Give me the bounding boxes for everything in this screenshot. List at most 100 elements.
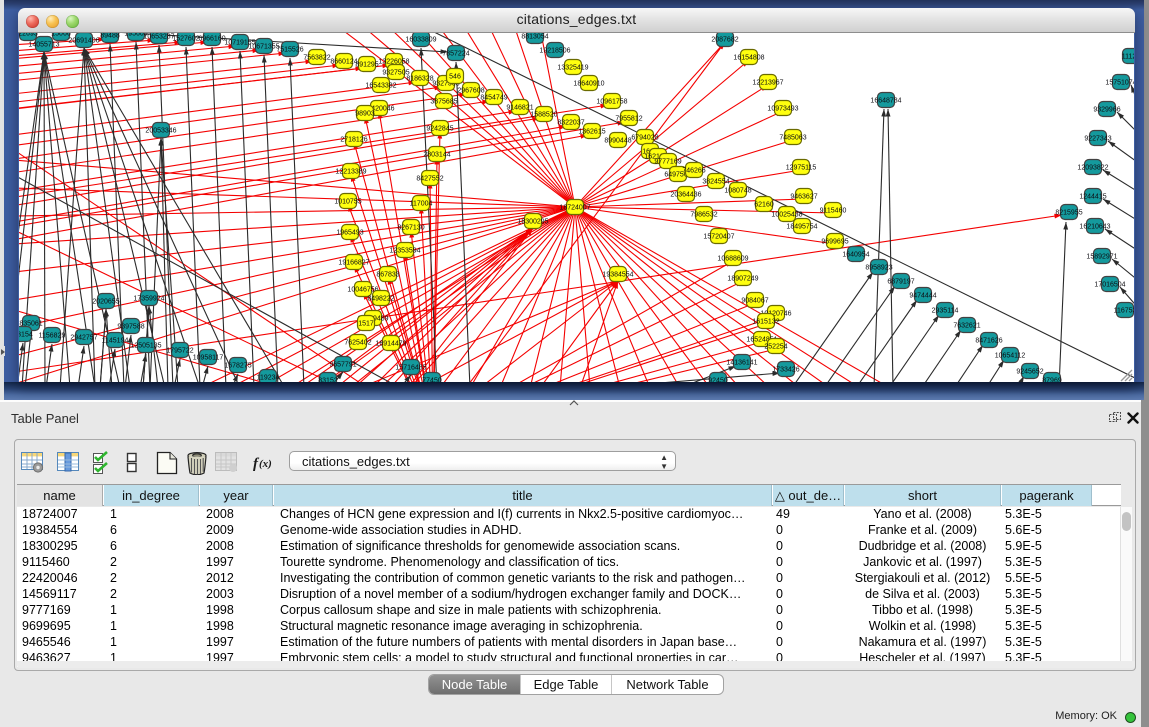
svg-text:18640910: 18640910	[573, 80, 604, 87]
svg-text:1640954: 1640954	[842, 251, 869, 258]
svg-text:7625402: 7625402	[344, 339, 371, 346]
svg-text:9115460: 9115460	[820, 207, 847, 214]
svg-text:1615132: 1615132	[752, 318, 779, 325]
svg-text:1678275: 1678275	[224, 362, 251, 369]
svg-text:1965493: 1965493	[336, 229, 363, 236]
svg-text:9084067: 9084067	[741, 297, 768, 304]
svg-text:12505135: 12505135	[130, 342, 161, 349]
svg-text:2718126: 2718126	[340, 136, 367, 143]
svg-text:15751074: 15751074	[1105, 79, 1134, 86]
svg-text:2942757: 2942757	[70, 334, 97, 341]
svg-text:8186328: 8186328	[406, 75, 433, 82]
svg-text:20053346: 20053346	[145, 127, 176, 134]
svg-text:20364436: 20364436	[670, 191, 701, 198]
svg-text:9146821: 9146821	[506, 104, 533, 111]
svg-text:7563822: 7563822	[303, 54, 330, 61]
svg-text:12093822: 12093822	[1077, 164, 1108, 171]
svg-text:7485063: 7485063	[779, 134, 806, 141]
svg-text:18724007: 18724007	[559, 204, 590, 211]
svg-text:6794028: 6794028	[631, 134, 658, 141]
svg-text:8215955: 8215955	[1055, 209, 1082, 216]
svg-text:2967608: 2967608	[457, 87, 484, 94]
svg-text:1010755: 1010755	[334, 198, 361, 205]
svg-text:6966160: 6966160	[198, 35, 225, 42]
svg-text:9397588: 9397588	[117, 323, 144, 330]
svg-text:77450: 77450	[422, 377, 442, 382]
svg-text:9777169: 9777169	[654, 158, 681, 165]
svg-text:1517: 1517	[358, 320, 374, 327]
svg-text:98903: 98903	[355, 110, 375, 117]
svg-text:1527602: 1527602	[172, 35, 199, 42]
svg-text:1080748: 1080748	[724, 187, 751, 194]
svg-text:33154: 33154	[19, 331, 33, 338]
svg-text:18907249: 18907249	[727, 275, 758, 282]
svg-text:9227343: 9227343	[1084, 135, 1111, 142]
svg-text:891295: 891295	[355, 61, 378, 68]
svg-text:19218506: 19218506	[539, 47, 570, 54]
svg-text:17359924: 17359924	[133, 295, 164, 302]
svg-text:3824554: 3824554	[702, 178, 729, 185]
svg-text:8471626: 8471626	[975, 337, 1002, 344]
svg-text:6879197: 6879197	[887, 278, 914, 285]
svg-text:117004: 117004	[410, 200, 433, 207]
svg-text:15720407: 15720407	[703, 233, 734, 240]
svg-text:16033809: 16033809	[405, 36, 436, 43]
svg-text:2803144: 2803144	[423, 151, 450, 158]
svg-text:8958923: 8958923	[865, 264, 892, 271]
svg-text:16914479: 16914479	[375, 340, 406, 347]
svg-text:9657791: 9657791	[329, 361, 356, 368]
svg-text:(x): (x)	[259, 458, 272, 470]
svg-text:3875685: 3875685	[430, 98, 457, 105]
svg-text:22693: 22693	[19, 33, 38, 37]
svg-text:89488: 89488	[100, 33, 120, 39]
svg-text:7857224: 7857224	[442, 50, 469, 57]
svg-text:116753: 116753	[1114, 307, 1134, 314]
svg-text:1145194: 1145194	[102, 337, 129, 344]
svg-text:19384554: 19384554	[602, 271, 633, 278]
svg-text:867833: 867833	[376, 271, 399, 278]
svg-text:11123: 11123	[1122, 53, 1134, 60]
svg-text:13325419: 13325419	[557, 64, 588, 71]
svg-text:2087682: 2087682	[711, 36, 738, 43]
svg-text:16543382: 16543382	[365, 82, 396, 89]
svg-text:10973493: 10973493	[767, 105, 798, 112]
svg-text:7515526: 7515526	[276, 46, 303, 53]
svg-text:119234: 119234	[257, 374, 280, 381]
svg-text:10653287: 10653287	[143, 33, 174, 40]
svg-text:16648784: 16648784	[870, 97, 901, 104]
svg-text:252254: 252254	[764, 343, 787, 350]
svg-text:9242845: 9242845	[426, 125, 453, 132]
svg-text:7955812: 7955812	[615, 115, 642, 122]
svg-text:8498222: 8498222	[367, 295, 394, 302]
svg-text:8990448: 8990448	[604, 137, 631, 144]
svg-text:1244415: 1244415	[1079, 193, 1106, 200]
svg-text:9463627: 9463627	[790, 193, 817, 200]
svg-text:19166827: 19166827	[338, 259, 369, 266]
svg-text:12213967: 12213967	[752, 79, 783, 86]
svg-text:14055713: 14055713	[28, 41, 59, 48]
svg-text:16154808: 16154808	[733, 54, 764, 61]
svg-text:746266: 746266	[682, 167, 705, 174]
svg-text:15716485: 15716485	[395, 364, 426, 371]
svg-text:10688609: 10688609	[717, 255, 748, 262]
svg-text:1795722: 1795722	[166, 347, 193, 354]
svg-text:7632621: 7632621	[953, 322, 980, 329]
svg-text:8322037: 8322037	[557, 119, 584, 126]
svg-text:2935114: 2935114	[932, 307, 959, 314]
svg-text:9699695: 9699695	[821, 238, 848, 245]
svg-text:14136141: 14136141	[726, 359, 757, 366]
svg-text:10654112: 10654112	[995, 352, 1026, 359]
svg-text:1362615: 1362615	[578, 128, 605, 135]
svg-text:1733426: 1733426	[772, 366, 799, 373]
svg-text:8813054: 8813054	[521, 33, 548, 40]
svg-text:12213389: 12213389	[335, 168, 366, 175]
svg-text:18300295: 18300295	[517, 218, 548, 225]
svg-text:8454749: 8454749	[480, 94, 507, 101]
svg-text:9329966: 9329966	[1093, 106, 1120, 113]
svg-text:10025438: 10025438	[771, 211, 802, 218]
svg-text:92450: 92450	[708, 377, 728, 382]
svg-text:15892971: 15892971	[1086, 253, 1117, 260]
svg-text:1156829: 1156829	[39, 332, 66, 339]
svg-text:1588520: 1588520	[530, 111, 557, 118]
svg-text:9245652: 9245652	[1016, 368, 1043, 375]
